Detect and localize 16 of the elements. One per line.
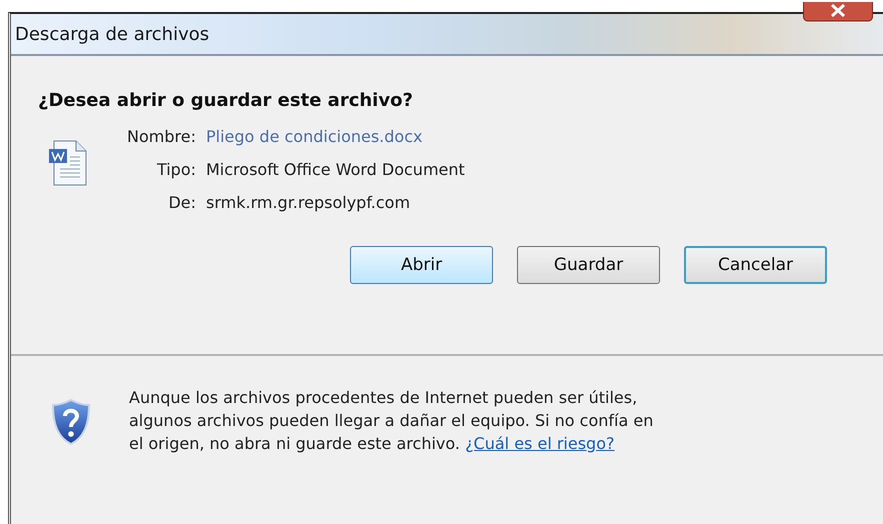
window-title: Descarga de archivos (15, 24, 210, 44)
dialog-button[interactable]: Cancelar (684, 246, 827, 284)
field-label: De: (167, 193, 196, 212)
dialog-button[interactable]: Guardar (517, 246, 660, 284)
field-value: Microsoft Office Word Document (206, 160, 465, 179)
shield-question-icon (51, 398, 91, 446)
document-icon (48, 139, 88, 187)
warning-text: Aunque los archivos procedentes de Internet pueden ser útiles, algunos archivos pueden llegar a dañar el equipo. Si no confía en el origen, no abra ni guarde este archivo. ¿Cuál es el riesgo? (129, 387, 654, 455)
field-value: srmk.rm.gr.repsolypf.com (206, 193, 412, 212)
file-name: Pliego de condiciones.docx (206, 127, 424, 146)
dialog-heading: ¿Desea abrir o guardar este archivo? (38, 90, 414, 111)
field-label: Tipo: (156, 160, 196, 179)
close-icon[interactable] (803, 2, 873, 22)
risk-link[interactable]: ¿Cuál es el riesgo? (465, 434, 614, 453)
dialog-button[interactable]: Abrir (350, 246, 493, 284)
field-label: Nombre: (126, 127, 196, 146)
